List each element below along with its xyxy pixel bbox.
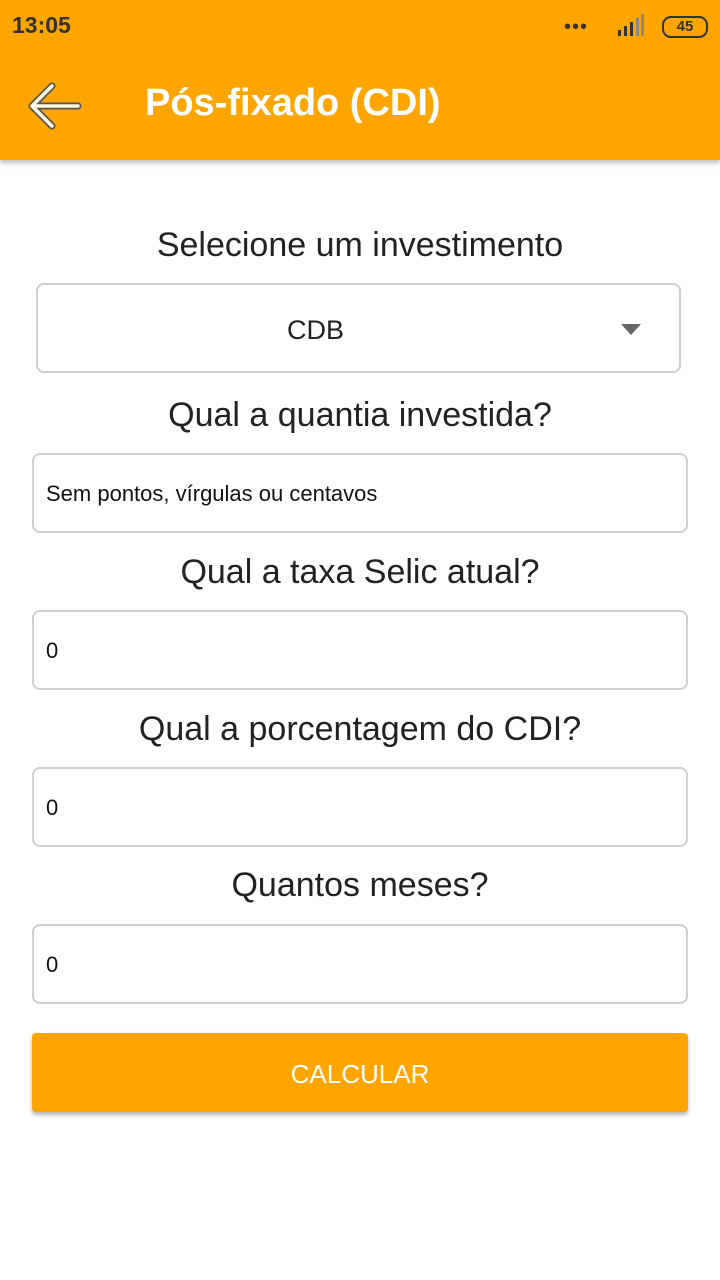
investment-select[interactable]: CDB	[36, 283, 681, 373]
amount-label: Qual a quantia investida?	[168, 396, 552, 434]
chevron-down-icon	[621, 324, 641, 335]
months-value: 0	[46, 952, 59, 977]
cdi-value: 0	[46, 795, 59, 820]
months-input[interactable]: 0	[32, 924, 688, 1004]
calculate-button-label: CALCULAR	[290, 1059, 430, 1089]
calculate-button[interactable]: CALCULAR	[32, 1033, 688, 1112]
notification-dots-icon: •••	[563, 16, 588, 38]
selic-input[interactable]: 0	[32, 610, 688, 690]
battery-icon: 45	[662, 16, 708, 38]
amount-input[interactable]: Sem pontos, vírgulas ou centavos	[32, 453, 688, 533]
status-bar: 13:05 ••• 45	[0, 0, 720, 52]
app-bar: Pós-fixado (CDI)	[0, 52, 720, 160]
status-time: 13:05	[12, 12, 71, 38]
arrow-left-icon	[28, 82, 82, 130]
cdi-percent-input[interactable]: 0	[32, 767, 688, 847]
back-button[interactable]	[24, 78, 84, 134]
investment-label: Selecione um investimento	[156, 226, 564, 264]
page-title: Pós-fixado (CDI)	[145, 82, 441, 124]
cdi-label: Qual a porcentagem do CDI?	[138, 710, 582, 748]
selic-label: Qual a taxa Selic atual?	[180, 553, 540, 591]
selic-value: 0	[46, 638, 59, 663]
signal-icon	[618, 14, 644, 36]
investment-selected-value: CDB	[286, 315, 344, 345]
months-label: Quantos meses?	[231, 866, 489, 904]
amount-placeholder: Sem pontos, vírgulas ou centavos	[46, 481, 378, 506]
